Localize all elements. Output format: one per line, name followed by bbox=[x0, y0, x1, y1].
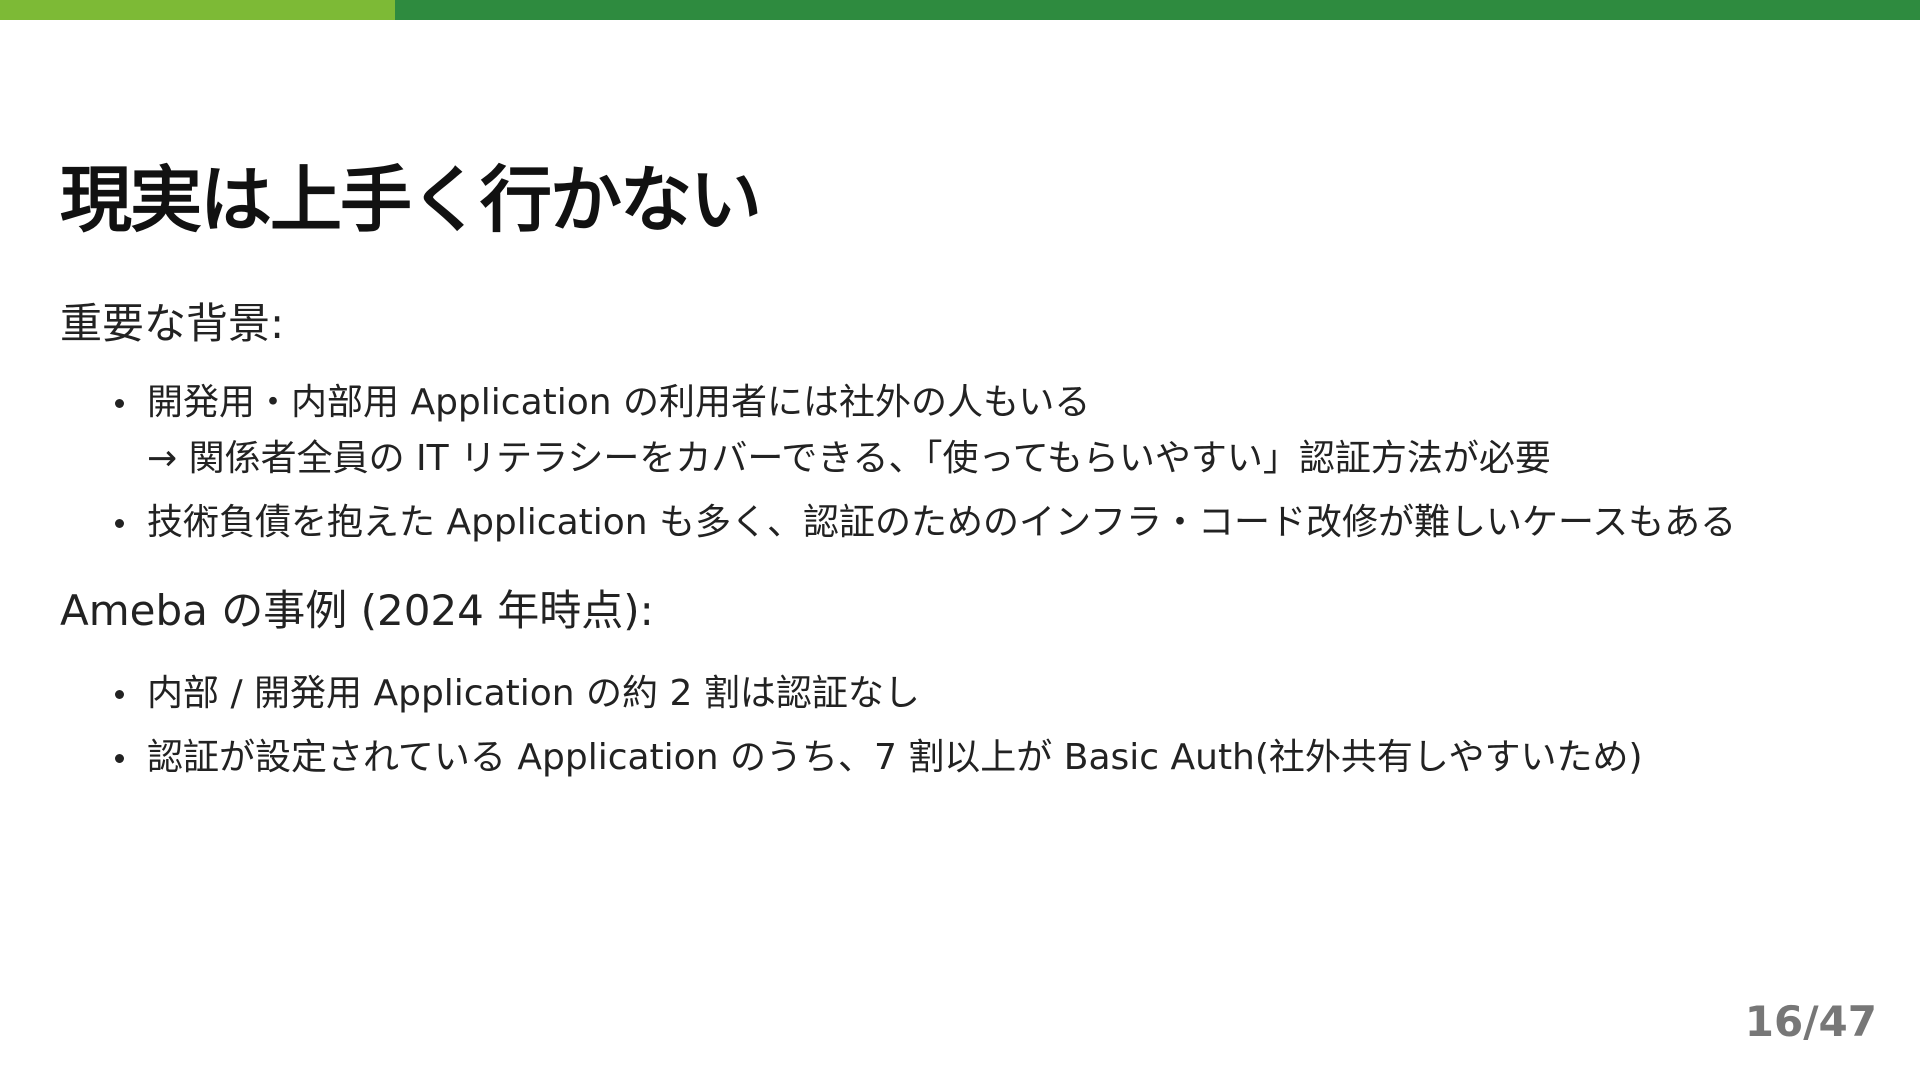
page-number: 16/47 bbox=[1744, 997, 1877, 1046]
bullet-icon bbox=[115, 754, 124, 763]
list-item: 技術負債を抱えた Application も多く、認証のためのインフラ・コード改… bbox=[0, 495, 1736, 551]
list-item: 内部 / 開発用 Application の約 2 割は認証なし bbox=[0, 666, 1643, 722]
bullet-icon bbox=[115, 519, 124, 528]
top-accent-bar bbox=[0, 0, 1920, 20]
bullet-text: 認証が設定されている Application のうち、7 割以上が Basic … bbox=[147, 737, 1643, 778]
bullet-icon bbox=[115, 399, 124, 408]
ameba-case-bullet-list: 内部 / 開発用 Application の約 2 割は認証なし 認証が設定され… bbox=[0, 666, 1643, 786]
bullet-text: 内部 / 開発用 Application の約 2 割は認証なし bbox=[147, 673, 920, 714]
bullet-icon bbox=[115, 690, 124, 699]
section-heading-ameba-case: Ameba の事例 (2024 年時点): bbox=[60, 586, 654, 635]
list-item: 開発用・内部用 Application の利用者には社外の人もいる → 関係者全… bbox=[0, 375, 1736, 487]
list-item: 認証が設定されている Application のうち、7 割以上が Basic … bbox=[0, 730, 1643, 786]
bullet-text: 技術負債を抱えた Application も多く、認証のためのインフラ・コード改… bbox=[147, 502, 1737, 543]
background-bullet-list: 開発用・内部用 Application の利用者には社外の人もいる → 関係者全… bbox=[0, 375, 1736, 551]
accent-bar-light-segment bbox=[0, 0, 395, 20]
slide-title: 現実は上手く行かない bbox=[60, 158, 762, 242]
bullet-subtext: → 関係者全員の IT リテラシーをカバーできる、「使ってもらいやすい」認証方法… bbox=[147, 438, 1551, 479]
bullet-text: 開発用・内部用 Application の利用者には社外の人もいる bbox=[147, 382, 1091, 423]
section-heading-background: 重要な背景: bbox=[60, 299, 285, 348]
accent-bar-dark-segment bbox=[395, 0, 1920, 20]
